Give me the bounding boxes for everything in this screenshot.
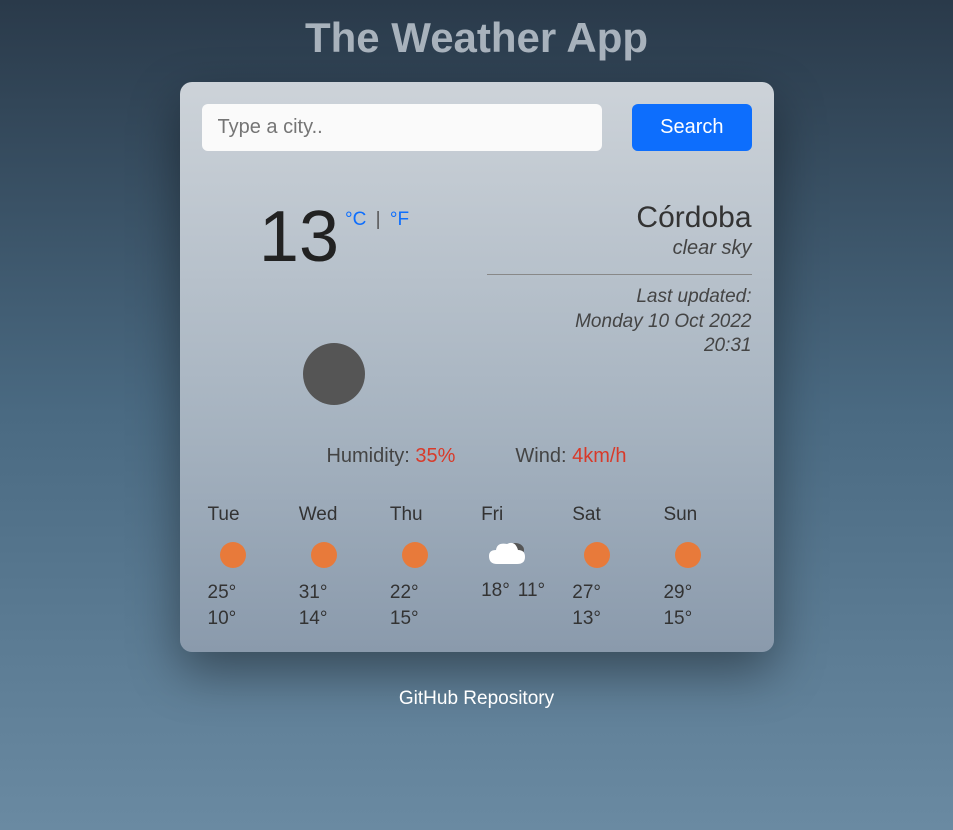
updated-label: Last updated: [487, 285, 752, 310]
celsius-link[interactable]: °C [345, 209, 366, 230]
sun-icon [311, 542, 337, 568]
sun-icon [220, 542, 246, 568]
forecast-temps: 18° 11° [481, 580, 545, 602]
search-row: Search [202, 104, 752, 151]
weather-condition: clear sky [487, 237, 752, 260]
wind-value: 4km/h [572, 445, 626, 467]
github-link[interactable]: GitHub Repository [0, 688, 953, 710]
wind-label: Wind: [515, 445, 572, 467]
humidity-wind-row: Humidity: 35% Wind: 4km/h [202, 445, 752, 468]
updated-date: Monday 10 Oct 2022 [487, 310, 752, 335]
forecast-day: Wed31°14° [299, 504, 381, 630]
forecast-temps: 22°15° [390, 582, 419, 630]
forecast-low: 13° [572, 608, 601, 630]
temperature-display: 13 °C | °F [202, 201, 467, 273]
fahrenheit-link[interactable]: °F [390, 209, 409, 230]
forecast-day: Tue25°10° [208, 504, 290, 630]
current-weather: 13 °C | °F Córdoba clear sky Last update… [202, 201, 752, 435]
forecast-day: Sun29°15° [663, 504, 745, 630]
sun-icon [675, 542, 701, 568]
city-name: Córdoba [487, 201, 752, 235]
temperature-value: 13 [259, 201, 339, 273]
search-button[interactable]: Search [632, 104, 751, 151]
current-left: 13 °C | °F [202, 201, 467, 435]
app-title: The Weather App [0, 0, 953, 82]
humidity-label: Humidity: [326, 445, 415, 467]
forecast-low: 15° [663, 608, 692, 630]
forecast-high: 29° [663, 582, 692, 604]
unit-toggle: °C | °F [339, 201, 409, 231]
cloud-icon [485, 538, 529, 570]
forecast-temps: 31°14° [299, 582, 328, 630]
forecast-day-name: Sat [572, 504, 601, 526]
forecast-day: Sat27°13° [572, 504, 654, 630]
forecast-day: Thu22°15° [390, 504, 472, 630]
humidity-value: 35% [415, 445, 455, 467]
divider [487, 274, 752, 275]
wind: Wind: 4km/h [515, 445, 626, 468]
forecast-day-name: Tue [208, 504, 240, 526]
forecast-high: 27° [572, 582, 601, 604]
forecast-temps: 29°15° [663, 582, 692, 630]
forecast-low: 14° [299, 608, 328, 630]
forecast-temps: 27°13° [572, 582, 601, 630]
forecast-low: 15° [390, 608, 419, 630]
humidity: Humidity: 35% [326, 445, 455, 468]
forecast-temps: 25°10° [208, 582, 237, 630]
forecast-high: 25° [208, 582, 237, 604]
sun-icon [584, 542, 610, 568]
forecast-day-name: Sun [663, 504, 697, 526]
forecast-low: 10° [208, 608, 237, 630]
forecast-high: 22° [390, 582, 419, 604]
weather-card: Search 13 °C | °F Córdoba clear sky Last… [180, 82, 774, 652]
unit-separator: | [372, 209, 385, 230]
current-right: Córdoba clear sky Last updated: Monday 1… [487, 201, 752, 359]
forecast-low: 11° [518, 580, 545, 602]
clear-night-icon [303, 343, 365, 405]
sun-icon [402, 542, 428, 568]
forecast-day-name: Wed [299, 504, 338, 526]
forecast-day: Fri 18° 11° [481, 504, 563, 630]
forecast-day-name: Thu [390, 504, 423, 526]
search-input[interactable] [202, 104, 603, 151]
forecast-high: 18° [481, 580, 510, 602]
forecast-high: 31° [299, 582, 328, 604]
forecast-day-name: Fri [481, 504, 503, 526]
updated-time: 20:31 [487, 334, 752, 359]
forecast-row: Tue25°10°Wed31°14°Thu22°15°Fri18°11°Sat2… [202, 504, 752, 630]
